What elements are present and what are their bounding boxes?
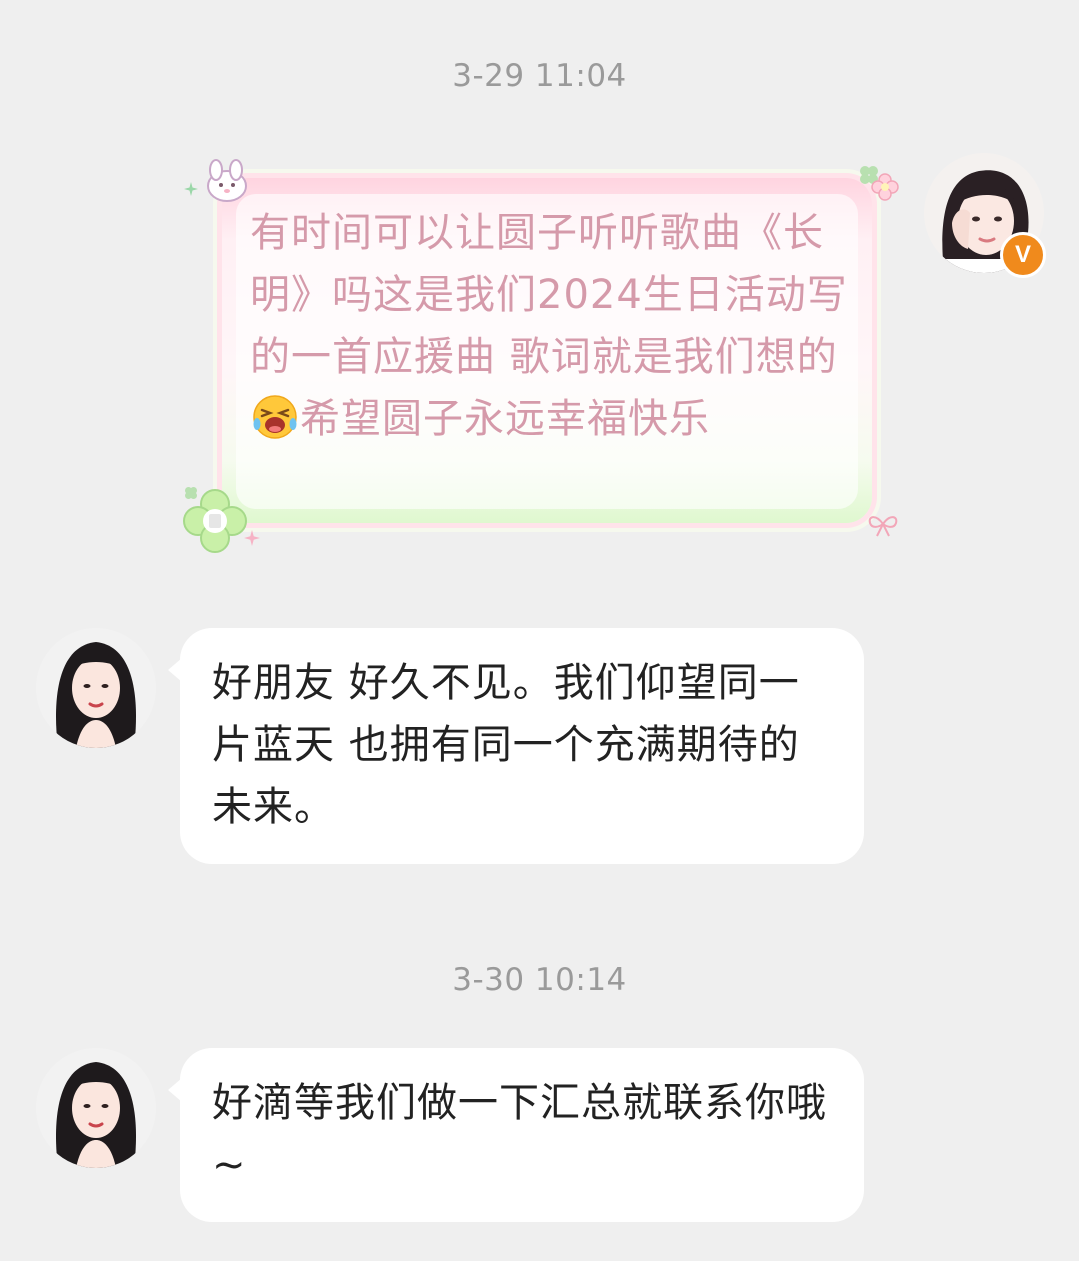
sparkle-small-icon — [244, 530, 260, 546]
clover-small-icon — [185, 487, 197, 499]
received-message[interactable]: 好朋友 好久不见。我们仰望同一片蓝天 也拥有同一个充满期待的未来。 — [168, 628, 864, 864]
received-message[interactable]: 好滴等我们做一下汇总就联系你哦~ — [168, 1048, 864, 1222]
received-message-text: 好滴等我们做一下汇总就联系你哦~ — [212, 1080, 827, 1188]
timestamp: 3-30 10:14 — [452, 962, 627, 998]
sent-text-part-1: 有时间可以让圆子听听歌曲《长明》吗这是我们2024生日活动写的一首应援曲 歌词就… — [250, 210, 848, 380]
bunny-sticker-icon — [207, 159, 247, 202]
sent-message[interactable]: 有时间可以让圆子听听歌曲《长明》吗这是我们2024生日活动写的一首应援曲 歌词就… — [180, 150, 900, 553]
sent-text-part-2: 希望圆子永远幸福快乐 — [300, 396, 710, 442]
sparkle-icon — [184, 182, 198, 196]
verified-badge: V — [1000, 232, 1046, 278]
flower-icon — [871, 173, 899, 201]
sent-message-text: 有时间可以让圆子听听歌曲《长明》吗这是我们2024生日活动写的一首应援曲 歌词就… — [250, 202, 860, 450]
timestamp: 3-29 11:04 — [452, 58, 627, 94]
received-message-text: 好朋友 好久不见。我们仰望同一片蓝天 也拥有同一个充满期待的未来。 — [212, 660, 800, 830]
contact-avatar[interactable] — [36, 628, 156, 748]
crying-laughing-face-icon — [253, 395, 297, 439]
ribbon-bow-icon — [868, 516, 898, 537]
contact-avatar[interactable] — [36, 1048, 156, 1168]
